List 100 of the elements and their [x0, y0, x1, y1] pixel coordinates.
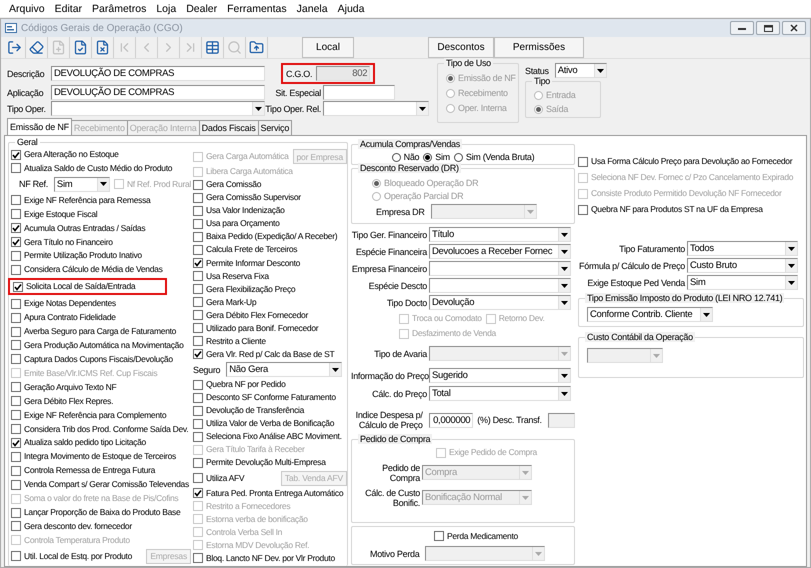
checkbox[interactable]: Usa para Orçamento — [193, 218, 280, 230]
field-label: Indice Despesa p/ Cálculo de Preço — [354, 410, 424, 430]
restore-button[interactable] — [756, 21, 780, 35]
checkbox[interactable]: Venda Compart s/ Gerar Comissão Televendas — [11, 479, 189, 490]
field-label: Motivo Perda — [370, 548, 421, 558]
dropdown[interactable] — [323, 101, 429, 116]
dropdown[interactable]: Não Gera — [226, 362, 342, 377]
radio-button[interactable]: Sim — [423, 152, 450, 162]
tab[interactable]: Emissão de NF — [7, 118, 72, 135]
checkbox[interactable]: Averba Seguro para Carga de Faturamento — [11, 326, 176, 338]
checkbox[interactable]: Permite Devolução Multi-Empresa — [193, 457, 326, 468]
dropdown[interactable]: Sugerido — [429, 368, 571, 383]
checkbox[interactable]: Utilizado para Bonif. Fornecedor — [193, 322, 318, 334]
menu-item[interactable]: Dealer — [181, 2, 222, 14]
dropdown[interactable] — [429, 278, 571, 293]
checkbox[interactable]: Lançar Proporção de Baixa do Produto Base — [11, 507, 180, 518]
checkbox[interactable]: Perda Medicamento — [434, 530, 518, 542]
dropdown-arrow-icon — [535, 552, 542, 556]
menu-item[interactable]: Ajuda — [332, 2, 370, 14]
menu-item[interactable]: Arquivo — [4, 2, 50, 14]
checkbox[interactable]: Permite Utilização Produto Inativo — [11, 250, 142, 262]
dropdown[interactable]: Custo Bruto — [687, 258, 798, 273]
toolbar-button[interactable]: Local — [302, 37, 354, 58]
radio-button[interactable]: Sim (Venda Bruta) — [454, 152, 534, 162]
menu-item[interactable]: Loja — [151, 2, 182, 14]
menu-item[interactable]: Ferramentas — [222, 2, 292, 14]
checkbox[interactable]: Gera Flexibilização Preço — [193, 284, 296, 295]
checkbox[interactable]: Integra Movimento de Estoque de Terceiros — [11, 451, 176, 462]
text-field[interactable] — [548, 412, 575, 428]
menu-item[interactable]: Parâmetros — [87, 2, 152, 14]
minimize-button[interactable] — [730, 21, 754, 35]
menu-item[interactable]: Janela — [292, 2, 333, 14]
checkbox[interactable]: Gera Comissão Supervisor — [193, 192, 301, 204]
checkbox[interactable]: Usa Valor Indenização — [193, 205, 285, 216]
checkbox[interactable]: Geração Arquivo Texto NF — [11, 382, 116, 393]
checkbox[interactable]: Gera Comissão — [193, 179, 262, 190]
checkbox[interactable]: Atualiza saldo pedido tipo Licitação — [11, 437, 146, 448]
checkbox[interactable]: Considera Trib dos Prod. Conforme Saída Dev. — [11, 424, 188, 435]
checkbox[interactable]: Utiliza AFV — [193, 472, 244, 484]
checkbox[interactable]: Gera Débito Flex Repres. — [11, 396, 114, 407]
checkbox[interactable]: Gera Título no Financeiro — [11, 236, 113, 248]
checkbox[interactable]: Usa Reserva Fixa — [193, 270, 269, 282]
checkbox[interactable]: Gera Mark-Up — [193, 296, 256, 308]
checkbox[interactable]: Utiliza Valor de Verba de Bonificação — [193, 418, 334, 430]
text-field[interactable]: DEVOLUÇÃO DE COMPRAS — [51, 66, 265, 81]
checkbox[interactable]: Apura Contrato Fidelidade — [11, 312, 116, 324]
checkbox[interactable]: Restrito a Cliente — [193, 336, 266, 347]
checkbox[interactable]: Devolução de Transferência — [193, 405, 304, 416]
checkbox[interactable]: Gera Produção Automática na Movimentação — [11, 340, 184, 351]
dropdown-arrow-icon — [596, 68, 604, 72]
checkbox[interactable]: Exige Estoque Fiscal — [11, 208, 98, 220]
dropdown[interactable] — [429, 261, 571, 276]
document-delete-icon — [95, 40, 110, 55]
checkbox[interactable]: Considera Cálculo de Média de Vendas — [11, 264, 163, 276]
dropdown[interactable]: Ativo — [554, 63, 607, 78]
field-label: Cálc. do Preço — [371, 388, 428, 398]
text-field[interactable] — [323, 85, 395, 100]
checkbox[interactable]: Captura Dados Cupons Fiscais/Devolução — [11, 354, 173, 365]
checkbox[interactable]: Exige NF Referência para Remessa — [11, 194, 150, 206]
text-field[interactable]: 0,000000 — [428, 412, 474, 428]
toolbar-button[interactable]: Descontos — [428, 37, 494, 58]
checkbox[interactable]: Quebra NF por Pedido — [193, 379, 286, 390]
dropdown[interactable]: Conforme Contrib. Cliente — [587, 307, 713, 322]
close-button[interactable] — [782, 21, 806, 35]
dropdown[interactable]: Devolução — [429, 295, 571, 310]
menu-item[interactable]: Editar — [50, 2, 88, 14]
close-icon — [790, 24, 798, 32]
checkbox[interactable]: Exige NF Referência para Complemento — [11, 410, 166, 421]
checkbox[interactable]: Gera Vlr. Red p/ Calc da Base de ST — [193, 348, 334, 360]
checkbox[interactable]: Seleciona Fixo Análise ABC Moviment. — [193, 431, 342, 442]
checkbox[interactable]: Desconto SF Conforme Faturamento — [193, 392, 336, 404]
checkbox[interactable]: Gera desconto dev. fornecedor — [11, 520, 132, 532]
text-field[interactable]: DEVOLUÇÃO DE COMPRAS — [51, 85, 265, 100]
search-icon — [227, 40, 242, 55]
checkbox[interactable]: Gera Débito Flex Fornecedor — [193, 310, 308, 321]
checkbox[interactable]: Gera Alteração no Estoque — [11, 149, 119, 160]
dropdown[interactable]: Todos — [687, 241, 798, 256]
dropdown[interactable] — [51, 101, 265, 116]
checkbox[interactable]: Calcula Frete de Terceiros — [193, 244, 298, 256]
checkbox[interactable]: Bloq. Lancto NF Dev. por Vlr Produto — [193, 552, 335, 564]
dropdown[interactable]: Devolucoes a Receber Fornec — [429, 244, 571, 259]
checkbox[interactable]: Permite Informar Desconto — [193, 258, 300, 268]
restore-icon — [764, 24, 772, 32]
dropdown[interactable]: Total — [429, 386, 571, 401]
checkbox[interactable]: Solicita Local de Saída/Entrada — [13, 281, 136, 292]
checkbox[interactable]: Quebra NF para Produtos ST na UF da Empresa — [578, 204, 804, 215]
checkbox[interactable]: Usa Forma Cálculo Preço para Devolução ao Fornecedor — [578, 156, 804, 167]
checkbox[interactable]: Controla Remessa de Entrega Futura — [11, 465, 156, 476]
toolbar-button[interactable]: Permissões — [494, 37, 584, 58]
checkbox[interactable]: Atualiza Saldo de Custo Médio do Produto — [11, 162, 172, 174]
radio-button[interactable]: Não — [392, 152, 420, 162]
checkbox[interactable]: Acumula Outras Entradas / Saídas — [11, 222, 146, 234]
checkbox[interactable]: Util. Local de Estq. por Produto — [11, 550, 132, 562]
checkbox[interactable]: Baixa Pedido (Expedição/ A Receber) — [193, 231, 338, 242]
dropdown[interactable]: Título — [429, 227, 571, 242]
dropdown[interactable]: Sim — [687, 275, 798, 290]
dropdown[interactable]: Sim — [54, 176, 110, 192]
checkbox[interactable]: Exige Notas Dependentes — [11, 298, 116, 310]
tab[interactable]: Serviço — [258, 120, 292, 135]
checkbox[interactable]: Fatura Ped. Pronta Entrega Automático — [193, 488, 344, 499]
